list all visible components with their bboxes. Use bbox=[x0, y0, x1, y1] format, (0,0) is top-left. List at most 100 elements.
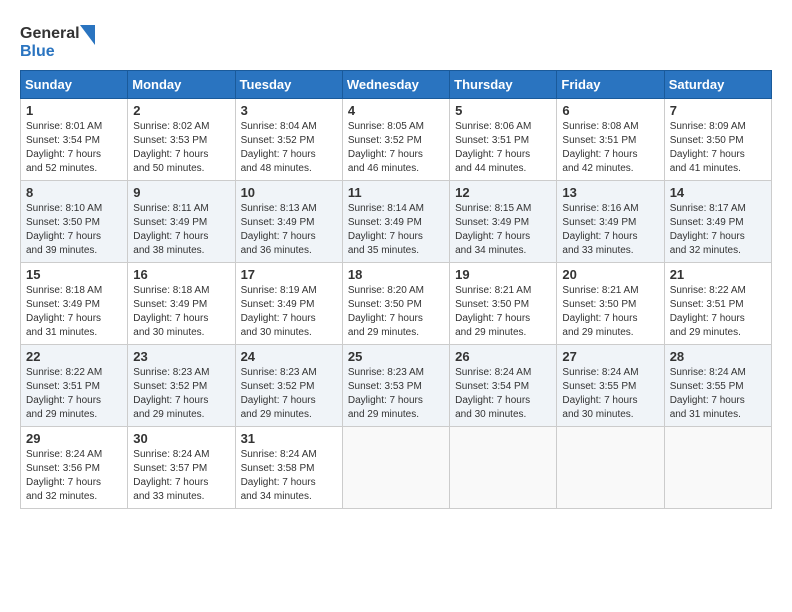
day-info: Sunrise: 8:18 AMSunset: 3:49 PMDaylight:… bbox=[133, 284, 229, 340]
day-cell: 27 Sunrise: 8:24 AMSunset: 3:55 PMDayligh… bbox=[557, 345, 664, 427]
day-cell: 20 Sunrise: 8:21 AMSunset: 3:50 PMDayligh… bbox=[557, 263, 664, 345]
day-cell: 19 Sunrise: 8:21 AMSunset: 3:50 PMDayligh… bbox=[450, 263, 557, 345]
day-number: 7 bbox=[670, 103, 766, 118]
day-cell: 14Sunrise: 8:17 AMSunset: 3:49 PMDayligh… bbox=[664, 181, 771, 263]
day-info: Sunrise: 8:13 AMSunset: 3:49 PMDaylight:… bbox=[241, 202, 337, 258]
day-cell: 29 Sunrise: 8:24 AMSunset: 3:56 PMDayligh… bbox=[21, 427, 128, 509]
header-cell-tuesday: Tuesday bbox=[235, 71, 342, 99]
day-number: 6 bbox=[562, 103, 658, 118]
day-cell: 28 Sunrise: 8:24 AMSunset: 3:55 PMDayligh… bbox=[664, 345, 771, 427]
day-info: Sunrise: 8:05 AMSunset: 3:52 PMDaylight:… bbox=[348, 120, 444, 176]
day-number: 21 bbox=[670, 267, 766, 282]
day-cell: 5 Sunrise: 8:06 AMSunset: 3:51 PMDaylight… bbox=[450, 99, 557, 181]
day-number: 2 bbox=[133, 103, 229, 118]
day-number: 4 bbox=[348, 103, 444, 118]
logo: GeneralBlue bbox=[20, 20, 100, 60]
day-cell: 30Sunrise: 8:24 AMSunset: 3:57 PMDayligh… bbox=[128, 427, 235, 509]
day-cell: 24 Sunrise: 8:23 AMSunset: 3:52 PMDayligh… bbox=[235, 345, 342, 427]
day-cell: 9 Sunrise: 8:11 AMSunset: 3:49 PMDaylight… bbox=[128, 181, 235, 263]
day-info: Sunrise: 8:24 AMSunset: 3:58 PMDaylight:… bbox=[241, 448, 337, 504]
day-cell: 17 Sunrise: 8:19 AMSunset: 3:49 PMDayligh… bbox=[235, 263, 342, 345]
day-info: Sunrise: 8:19 AMSunset: 3:49 PMDaylight:… bbox=[241, 284, 337, 340]
day-number: 23 bbox=[133, 349, 229, 364]
header-cell-sunday: Sunday bbox=[21, 71, 128, 99]
header: GeneralBlue bbox=[20, 20, 772, 60]
day-number: 8 bbox=[26, 185, 122, 200]
header-cell-monday: Monday bbox=[128, 71, 235, 99]
day-number: 9 bbox=[133, 185, 229, 200]
day-info: Sunrise: 8:24 AMSunset: 3:55 PMDaylight:… bbox=[670, 366, 766, 422]
day-info: Sunrise: 8:20 AMSunset: 3:50 PMDaylight:… bbox=[348, 284, 444, 340]
day-number: 17 bbox=[241, 267, 337, 282]
header-cell-wednesday: Wednesday bbox=[342, 71, 449, 99]
day-info: Sunrise: 8:23 AMSunset: 3:52 PMDaylight:… bbox=[133, 366, 229, 422]
day-number: 26 bbox=[455, 349, 551, 364]
day-info: Sunrise: 8:24 AMSunset: 3:54 PMDaylight:… bbox=[455, 366, 551, 422]
day-number: 27 bbox=[562, 349, 658, 364]
day-number: 20 bbox=[562, 267, 658, 282]
day-cell: 18 Sunrise: 8:20 AMSunset: 3:50 PMDayligh… bbox=[342, 263, 449, 345]
day-info: Sunrise: 8:21 AMSunset: 3:50 PMDaylight:… bbox=[562, 284, 658, 340]
day-number: 11 bbox=[348, 185, 444, 200]
day-info: Sunrise: 8:18 AMSunset: 3:49 PMDaylight:… bbox=[26, 284, 122, 340]
day-info: Sunrise: 8:22 AMSunset: 3:51 PMDaylight:… bbox=[26, 366, 122, 422]
day-info: Sunrise: 8:11 AMSunset: 3:49 PMDaylight:… bbox=[133, 202, 229, 258]
day-cell: 21Sunrise: 8:22 AMSunset: 3:51 PMDayligh… bbox=[664, 263, 771, 345]
day-number: 25 bbox=[348, 349, 444, 364]
day-info: Sunrise: 8:06 AMSunset: 3:51 PMDaylight:… bbox=[455, 120, 551, 176]
day-cell: 2 Sunrise: 8:02 AMSunset: 3:53 PMDaylight… bbox=[128, 99, 235, 181]
day-number: 1 bbox=[26, 103, 122, 118]
day-info: Sunrise: 8:21 AMSunset: 3:50 PMDaylight:… bbox=[455, 284, 551, 340]
day-number: 5 bbox=[455, 103, 551, 118]
day-cell: 1Sunrise: 8:01 AMSunset: 3:54 PMDaylight… bbox=[21, 99, 128, 181]
week-row-3: 15Sunrise: 8:18 AMSunset: 3:49 PMDayligh… bbox=[21, 263, 772, 345]
day-info: Sunrise: 8:15 AMSunset: 3:49 PMDaylight:… bbox=[455, 202, 551, 258]
day-cell: 12 Sunrise: 8:15 AMSunset: 3:49 PMDayligh… bbox=[450, 181, 557, 263]
day-info: Sunrise: 8:09 AMSunset: 3:50 PMDaylight:… bbox=[670, 120, 766, 176]
day-number: 12 bbox=[455, 185, 551, 200]
day-number: 10 bbox=[241, 185, 337, 200]
calendar-header-row: SundayMondayTuesdayWednesdayThursdayFrid… bbox=[21, 71, 772, 99]
day-number: 29 bbox=[26, 431, 122, 446]
week-row-1: 1Sunrise: 8:01 AMSunset: 3:54 PMDaylight… bbox=[21, 99, 772, 181]
day-cell: 6Sunrise: 8:08 AMSunset: 3:51 PMDaylight… bbox=[557, 99, 664, 181]
header-cell-thursday: Thursday bbox=[450, 71, 557, 99]
day-cell: 15Sunrise: 8:18 AMSunset: 3:49 PMDayligh… bbox=[21, 263, 128, 345]
day-number: 22 bbox=[26, 349, 122, 364]
day-cell: 25 Sunrise: 8:23 AMSunset: 3:53 PMDayligh… bbox=[342, 345, 449, 427]
day-number: 14 bbox=[670, 185, 766, 200]
day-info: Sunrise: 8:23 AMSunset: 3:53 PMDaylight:… bbox=[348, 366, 444, 422]
day-cell: 13Sunrise: 8:16 AMSunset: 3:49 PMDayligh… bbox=[557, 181, 664, 263]
header-cell-saturday: Saturday bbox=[664, 71, 771, 99]
week-row-5: 29 Sunrise: 8:24 AMSunset: 3:56 PMDayligh… bbox=[21, 427, 772, 509]
day-info: Sunrise: 8:24 AMSunset: 3:55 PMDaylight:… bbox=[562, 366, 658, 422]
day-number: 18 bbox=[348, 267, 444, 282]
day-cell: 3Sunrise: 8:04 AMSunset: 3:52 PMDaylight… bbox=[235, 99, 342, 181]
calendar-table: SundayMondayTuesdayWednesdayThursdayFrid… bbox=[20, 70, 772, 509]
day-number: 30 bbox=[133, 431, 229, 446]
day-cell: 11 Sunrise: 8:14 AMSunset: 3:49 PMDayligh… bbox=[342, 181, 449, 263]
day-number: 24 bbox=[241, 349, 337, 364]
day-cell bbox=[342, 427, 449, 509]
day-info: Sunrise: 8:16 AMSunset: 3:49 PMDaylight:… bbox=[562, 202, 658, 258]
day-number: 31 bbox=[241, 431, 337, 446]
day-cell: 22 Sunrise: 8:22 AMSunset: 3:51 PMDayligh… bbox=[21, 345, 128, 427]
day-info: Sunrise: 8:24 AMSunset: 3:56 PMDaylight:… bbox=[26, 448, 122, 504]
logo-icon: GeneralBlue bbox=[20, 20, 100, 60]
day-info: Sunrise: 8:23 AMSunset: 3:52 PMDaylight:… bbox=[241, 366, 337, 422]
day-info: Sunrise: 8:10 AMSunset: 3:50 PMDaylight:… bbox=[26, 202, 122, 258]
day-cell bbox=[664, 427, 771, 509]
day-cell: 8 Sunrise: 8:10 AMSunset: 3:50 PMDaylight… bbox=[21, 181, 128, 263]
day-info: Sunrise: 8:14 AMSunset: 3:49 PMDaylight:… bbox=[348, 202, 444, 258]
day-cell: 23 Sunrise: 8:23 AMSunset: 3:52 PMDayligh… bbox=[128, 345, 235, 427]
day-info: Sunrise: 8:02 AMSunset: 3:53 PMDaylight:… bbox=[133, 120, 229, 176]
day-number: 28 bbox=[670, 349, 766, 364]
day-cell: 7 Sunrise: 8:09 AMSunset: 3:50 PMDaylight… bbox=[664, 99, 771, 181]
day-cell: 26 Sunrise: 8:24 AMSunset: 3:54 PMDayligh… bbox=[450, 345, 557, 427]
day-cell: 31 Sunrise: 8:24 AMSunset: 3:58 PMDayligh… bbox=[235, 427, 342, 509]
day-cell: 16Sunrise: 8:18 AMSunset: 3:49 PMDayligh… bbox=[128, 263, 235, 345]
svg-text:Blue: Blue bbox=[20, 43, 55, 60]
day-number: 19 bbox=[455, 267, 551, 282]
day-number: 3 bbox=[241, 103, 337, 118]
day-cell bbox=[557, 427, 664, 509]
